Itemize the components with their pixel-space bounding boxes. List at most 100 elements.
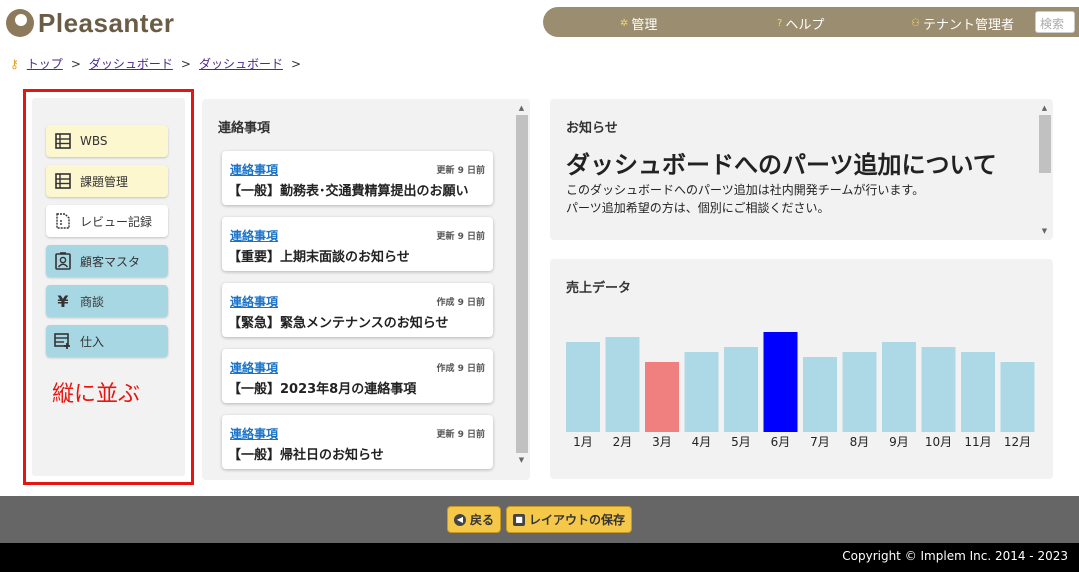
- announcement-panel: お知らせ ダッシュボードへのパーツ追加について このダッシュボードへのパーツ追加…: [550, 99, 1053, 240]
- menu-wbs-label: WBS: [80, 134, 108, 148]
- save-icon: ■: [513, 513, 525, 526]
- menu-purchases-label: 仕入: [80, 334, 105, 349]
- notices-scrollbar[interactable]: ▲ ▼: [515, 103, 528, 476]
- notice-title: 【緊急】緊急メンテナンスのお知らせ: [228, 316, 449, 331]
- nav-help-label: ヘルプ: [785, 18, 825, 33]
- menu-customers-label: 顧客マスタ: [80, 254, 141, 269]
- notice-title: 【一般】勤務表･交通費精算提出のお願い: [228, 184, 469, 199]
- notice-card[interactable]: 連絡事項 更新 9 日前 【一般】帰社日のお知らせ: [222, 415, 493, 469]
- save-layout-button[interactable]: ■ レイアウトの保存: [506, 506, 633, 533]
- notice-link[interactable]: 連絡事項: [230, 227, 278, 244]
- sales-bar-chart: 1月 2月 3月 4月 5月 6月 7月 8月 9月 10月 11月 12月: [566, 332, 1035, 449]
- app-logo[interactable]: Pleasanter: [6, 7, 175, 39]
- notice-link[interactable]: 連絡事項: [230, 425, 278, 442]
- breadcrumb: ⚷ トップ > ダッシュボード > ダッシュボード >: [10, 55, 301, 72]
- breadcrumb-separator: >: [70, 56, 81, 71]
- search-placeholder: 検索: [1040, 17, 1065, 31]
- bar-8[interactable]: [842, 352, 877, 432]
- scroll-up-icon[interactable]: ▲: [515, 103, 528, 113]
- logo-text: Pleasanter: [38, 7, 175, 38]
- menu-deals-label: 商談: [80, 294, 105, 309]
- nav-tenant-admin-label: テナント管理者: [922, 18, 1014, 33]
- back-button[interactable]: ◀ 戻る: [447, 506, 502, 533]
- breadcrumb-top[interactable]: トップ: [27, 55, 63, 72]
- scroll-thumb[interactable]: [1038, 115, 1051, 173]
- notice-meta: 更新 9 日前: [436, 166, 485, 176]
- nav-admin[interactable]: ✲ 管理: [620, 14, 657, 33]
- announcement-scrollbar[interactable]: ▲ ▼: [1038, 103, 1051, 236]
- announcement-line: このダッシュボードへのパーツ追加は社内開発チームが行います。: [566, 183, 925, 197]
- x-tick-label: 6月: [771, 435, 791, 449]
- nav-admin-label: 管理: [631, 18, 658, 33]
- breadcrumb-separator: >: [180, 56, 191, 71]
- menu-issues-label: 課題管理: [80, 174, 129, 189]
- x-tick-label: 12月: [1004, 435, 1031, 449]
- notice-card[interactable]: 連絡事項 更新 9 日前 【一般】勤務表･交通費精算提出のお願い: [222, 151, 493, 205]
- announcement-body: このダッシュボードへのパーツ追加は社内開発チームが行います。 パーツ追加希望の方…: [566, 181, 924, 217]
- bar-11[interactable]: [961, 352, 995, 432]
- sales-panel: 売上データ 1月 2月 3月 4月 5月 6月 7月 8月 9月 10月 11月 12月: [550, 259, 1053, 479]
- table-icon: [54, 132, 72, 150]
- x-tick-label: 10月: [925, 435, 952, 449]
- x-tick-label: 9月: [889, 435, 909, 449]
- user-icon: ⚇: [911, 18, 920, 29]
- scroll-thumb[interactable]: [515, 115, 528, 453]
- x-tick-label: 3月: [652, 435, 672, 449]
- bar-3[interactable]: [645, 362, 679, 432]
- bar-7[interactable]: [803, 357, 837, 432]
- notice-title: 【一般】2023年8月の連絡事項: [228, 382, 417, 397]
- menu-customers[interactable]: 顧客マスタ: [46, 245, 168, 277]
- notice-card[interactable]: 連絡事項 作成 9 日前 【緊急】緊急メンテナンスのお知らせ: [222, 283, 493, 337]
- notice-meta: 作成 9 日前: [436, 298, 485, 308]
- quick-access-panel: WBS 課題管理 レビュー記録 顧客マスタ ¥ 商談 仕入 縦に並ぶ: [23, 89, 194, 485]
- bar-1[interactable]: [566, 342, 600, 432]
- breadcrumb-dashboard-1[interactable]: ダッシュボード: [89, 55, 173, 72]
- footer-toolbar: ◀ 戻る ■ レイアウトの保存: [0, 496, 1079, 543]
- yen-icon: ¥: [57, 291, 69, 311]
- menu-review[interactable]: レビュー記録: [46, 205, 168, 237]
- x-tick-label: 11月: [964, 435, 991, 449]
- notice-card[interactable]: 連絡事項 更新 9 日前 【重要】上期末面談のお知らせ: [222, 217, 493, 271]
- table-icon: [54, 172, 72, 190]
- bar-10[interactable]: [921, 347, 956, 432]
- bar-6[interactable]: [763, 332, 798, 432]
- menu-deals[interactable]: ¥ 商談: [46, 285, 168, 317]
- x-tick-label: 8月: [850, 435, 870, 449]
- bar-5[interactable]: [724, 347, 758, 432]
- breadcrumb-separator: >: [290, 56, 302, 71]
- contact-card-icon: [54, 252, 72, 270]
- gear-icon: ✲: [620, 18, 629, 29]
- scroll-down-icon[interactable]: ▼: [1038, 226, 1051, 236]
- bar-4[interactable]: [684, 352, 719, 432]
- copyright-bar: Copyright © Implem Inc. 2014 - 2023: [0, 543, 1079, 572]
- menu-issues[interactable]: 課題管理: [46, 165, 168, 197]
- scroll-up-icon[interactable]: ▲: [1038, 103, 1051, 113]
- notice-link[interactable]: 連絡事項: [230, 293, 278, 310]
- bar-12[interactable]: [1000, 362, 1035, 432]
- bar-9[interactable]: [882, 342, 916, 432]
- menu-purchases[interactable]: 仕入: [46, 325, 168, 357]
- save-layout-label: レイアウトの保存: [529, 513, 626, 527]
- notice-card[interactable]: 連絡事項 作成 9 日前 【一般】2023年8月の連絡事項: [222, 349, 493, 403]
- x-tick-label: 7月: [810, 435, 830, 449]
- nav-help[interactable]: ? ヘルプ: [777, 14, 824, 33]
- x-tick-label: 5月: [731, 435, 751, 449]
- notice-link[interactable]: 連絡事項: [230, 161, 278, 178]
- search-input[interactable]: 検索: [1035, 11, 1075, 33]
- menu-wbs[interactable]: WBS: [46, 125, 168, 157]
- announcement-line: パーツ追加希望の方は、個別にご相談ください。: [566, 201, 830, 215]
- scroll-down-icon[interactable]: ▼: [515, 455, 528, 465]
- top-navigation: ✲ 管理 ? ヘルプ ⚇ テナント管理者 検索: [543, 7, 1079, 37]
- menu-review-label: レビュー記録: [80, 214, 153, 229]
- question-icon: ?: [777, 18, 783, 29]
- back-button-label: 戻る: [470, 513, 495, 527]
- notices-panel: 連絡事項 連絡事項 更新 9 日前 【一般】勤務表･交通費精算提出のお願い 連絡…: [202, 99, 530, 480]
- breadcrumb-dashboard-2[interactable]: ダッシュボード: [199, 55, 283, 72]
- vertical-annotation: 縦に並ぶ: [52, 382, 141, 407]
- quick-access-inner: WBS 課題管理 レビュー記録 顧客マスタ ¥ 商談 仕入 縦に並ぶ: [32, 98, 185, 476]
- nav-tenant-admin[interactable]: ⚇ テナント管理者: [911, 14, 1014, 33]
- notice-link[interactable]: 連絡事項: [230, 359, 278, 376]
- announcement-title: ダッシュボードへのパーツ追加について: [566, 151, 997, 179]
- bar-2[interactable]: [605, 337, 640, 432]
- notice-meta: 更新 9 日前: [436, 232, 485, 242]
